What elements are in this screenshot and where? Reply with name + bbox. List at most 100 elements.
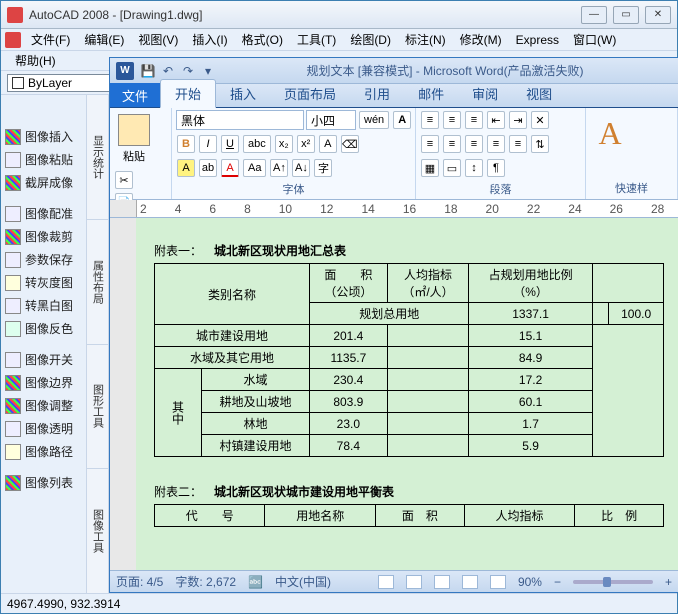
sidebar-item[interactable]: 参数保存	[1, 248, 86, 271]
tab-home[interactable]: 开始	[160, 79, 216, 108]
align-center-button[interactable]: ≡	[443, 135, 461, 153]
vtab[interactable]: 图像工具	[87, 469, 108, 593]
view-web-icon[interactable]	[434, 575, 450, 589]
qat-redo-icon[interactable]: ↷	[179, 62, 197, 80]
font-name-select[interactable]: 黑体	[176, 110, 304, 130]
ruler[interactable]: 24681012141618202224262830323436	[110, 200, 678, 218]
sidebar-item[interactable]: 图像插入	[1, 125, 86, 148]
tab-references[interactable]: 引用	[350, 80, 404, 107]
status-words[interactable]: 字数: 2,672	[175, 573, 236, 590]
menu-modify[interactable]: 修改(M)	[454, 29, 508, 50]
menu-draw[interactable]: 绘图(D)	[344, 29, 397, 50]
drawing-area[interactable]: W 💾 ↶ ↷ ▾ 规划文本 [兼容模式] - Microsoft Word(产…	[109, 95, 677, 593]
align-right-button[interactable]: ≡	[465, 135, 483, 153]
borders-button[interactable]: ▭	[443, 159, 461, 177]
shrink-font-button[interactable]: A↓	[292, 159, 310, 177]
menu-format[interactable]: 格式(O)	[236, 29, 289, 50]
status-page[interactable]: 页面: 4/5	[116, 573, 163, 590]
acad-restore-button[interactable]: ▭	[613, 6, 639, 24]
file-tab[interactable]: 文件	[110, 83, 160, 107]
sidebar-item[interactable]: 转黑白图	[1, 294, 86, 317]
sidebar-item[interactable]: 截屏成像	[1, 171, 86, 194]
menu-edit[interactable]: 编辑(E)	[78, 29, 130, 50]
font-size-select[interactable]: 小四	[306, 110, 356, 130]
tab-layout[interactable]: 页面布局	[270, 80, 350, 107]
phonetic-icon[interactable]: wén	[359, 111, 389, 129]
indent-inc-button[interactable]: ⇥	[509, 111, 527, 129]
menu-view[interactable]: 视图(V)	[132, 29, 184, 50]
char-border-icon[interactable]: A	[393, 111, 411, 129]
zoom-out-button[interactable]: −	[554, 575, 561, 589]
justify-button[interactable]: ≡	[487, 135, 505, 153]
strike-button[interactable]: abc	[243, 135, 271, 153]
autocad-titlebar[interactable]: AutoCAD 2008 - [Drawing1.dwg] — ▭ ✕	[1, 1, 677, 29]
bylayer-select[interactable]: ByLayer	[7, 74, 115, 92]
vtab[interactable]: 图形工具	[87, 345, 108, 470]
grow-font-button[interactable]: A↑	[270, 159, 288, 177]
sidebar-item[interactable]: 图像粘贴	[1, 148, 86, 171]
tab-view[interactable]: 视图	[512, 80, 566, 107]
bold-button[interactable]: B	[177, 135, 195, 153]
acad-min-button[interactable]: —	[581, 6, 607, 24]
qat-save-icon[interactable]: 💾	[139, 62, 157, 80]
acad-close-button[interactable]: ✕	[645, 6, 671, 24]
bullets-button[interactable]: ≡	[421, 111, 439, 129]
vtab[interactable]: 显示统计	[87, 95, 108, 220]
view-print-icon[interactable]	[378, 575, 394, 589]
line-spacing-button[interactable]: ⇅	[531, 135, 549, 153]
numbering-button[interactable]: ≡	[443, 111, 461, 129]
quick-styles-button[interactable]: A	[590, 110, 630, 156]
text-highlight-button[interactable]: ab	[199, 159, 217, 177]
sidebar-item[interactable]: 图像路径	[1, 440, 86, 463]
asian-layout-button[interactable]: ✕	[531, 111, 549, 129]
cut-icon[interactable]: ✂	[115, 171, 133, 189]
shading-button[interactable]: ▦	[421, 159, 439, 177]
qat-dropdown-icon[interactable]: ▾	[199, 62, 217, 80]
document-area[interactable]: 附表一： 城北新区现状用地汇总表 类别名称 面 积（公顷） 人均指标（㎡/人） …	[110, 218, 678, 570]
view-outline-icon[interactable]	[462, 575, 478, 589]
menu-window[interactable]: 窗口(W)	[567, 29, 622, 50]
qat-undo-icon[interactable]: ↶	[159, 62, 177, 80]
highlight-button[interactable]: A	[177, 159, 195, 177]
sidebar-item[interactable]: 图像开关	[1, 348, 86, 371]
sidebar-item[interactable]: 转灰度图	[1, 271, 86, 294]
sidebar-item[interactable]: 图像边界	[1, 371, 86, 394]
menu-file[interactable]: 文件(F)	[25, 29, 76, 50]
italic-button[interactable]: I	[199, 135, 217, 153]
underline-button[interactable]: U	[221, 135, 239, 153]
sidebar-item[interactable]: 图像配准	[1, 202, 86, 225]
tab-insert[interactable]: 插入	[216, 80, 270, 107]
zoom-slider[interactable]	[573, 580, 653, 584]
distribute-button[interactable]: ≡	[509, 135, 527, 153]
sidebar-item[interactable]: 图像裁剪	[1, 225, 86, 248]
subscript-button[interactable]: x₂	[275, 135, 293, 153]
menu-dim[interactable]: 标注(N)	[399, 29, 452, 50]
view-draft-icon[interactable]	[490, 575, 506, 589]
sidebar-item[interactable]: 图像透明	[1, 417, 86, 440]
status-zoom[interactable]: 90%	[518, 575, 542, 589]
menu-insert[interactable]: 插入(I)	[186, 29, 233, 50]
multilevel-button[interactable]: ≡	[465, 111, 483, 129]
superscript-button[interactable]: x²	[297, 135, 315, 153]
zoom-in-button[interactable]: +	[665, 575, 672, 589]
align-left-button[interactable]: ≡	[421, 135, 439, 153]
tab-review[interactable]: 审阅	[458, 80, 512, 107]
sidebar-item[interactable]: 图像调整	[1, 394, 86, 417]
status-lang[interactable]: 中文(中国)	[275, 573, 331, 590]
sidebar-item[interactable]: 图像反色	[1, 317, 86, 340]
indent-dec-button[interactable]: ⇤	[487, 111, 505, 129]
clear-format-button[interactable]: ⌫	[341, 135, 359, 153]
font-color-button[interactable]: A	[221, 159, 239, 177]
menu-help[interactable]: 帮助(H)	[9, 50, 62, 71]
vtab[interactable]: 属性布局	[87, 220, 108, 345]
tab-mailings[interactable]: 邮件	[404, 80, 458, 107]
sidebar-item[interactable]: 图像列表	[1, 471, 86, 494]
menu-tools[interactable]: 工具(T)	[291, 29, 342, 50]
paste-button[interactable]: 粘贴	[114, 110, 154, 164]
view-read-icon[interactable]	[406, 575, 422, 589]
text-effects-button[interactable]: A	[319, 135, 337, 153]
menu-express[interactable]: Express	[510, 31, 565, 49]
sort-button[interactable]: ↕	[465, 159, 483, 177]
show-marks-button[interactable]: ¶	[487, 159, 505, 177]
char-scale-button[interactable]: Aa	[243, 159, 266, 177]
